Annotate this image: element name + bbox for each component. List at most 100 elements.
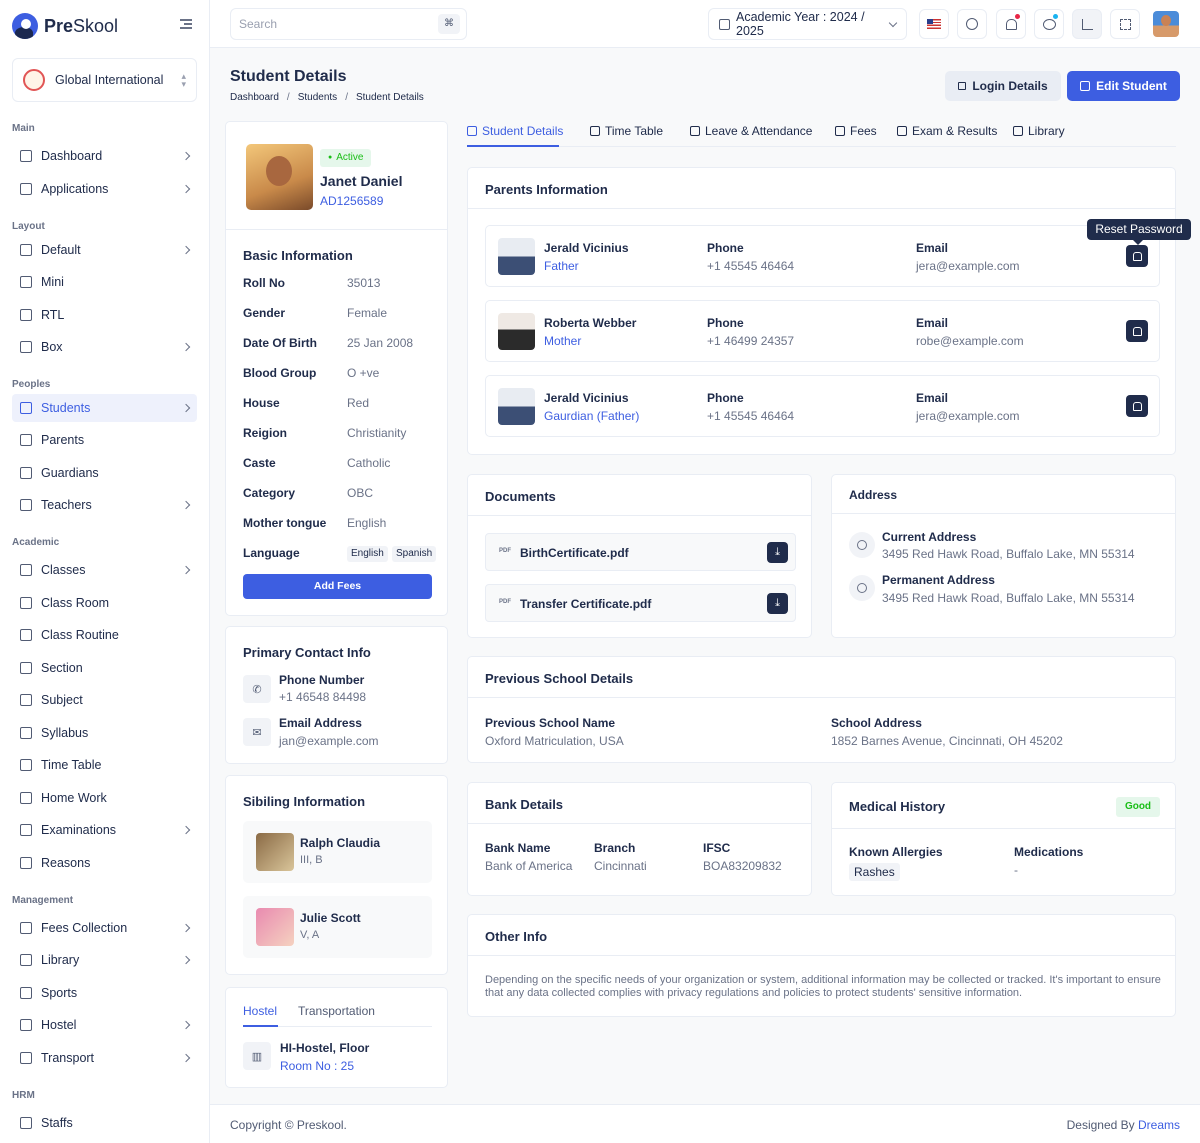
download-icon[interactable]: ⤓ [767,542,788,563]
menu-toggle-icon[interactable] [180,19,192,29]
sidebar-item-reasons[interactable]: Reasons [12,849,197,877]
tab-student-details[interactable]: Student Details [467,124,563,138]
lock-reset-icon [1132,326,1142,336]
primary-contact-title: Primary Contact Info [243,645,371,660]
admission-number[interactable]: AD1256589 [320,194,383,208]
user-avatar[interactable] [1153,11,1179,37]
menu-item-icon [20,564,32,576]
document-item[interactable]: PDF BirthCertificate.pdf ⤓ [485,533,796,571]
divider [832,513,1175,514]
search-input[interactable]: Search ⌘ [230,8,467,40]
sidebar-item-applications[interactable]: Applications [12,175,197,203]
school-address-label: School Address [831,716,922,730]
sibling-photo [256,908,294,946]
info-value: OBC [347,486,374,500]
sidebar-item-box[interactable]: Box [12,333,197,361]
tab-hostel[interactable]: Hostel [243,1004,277,1018]
sidebar-item-subject[interactable]: Subject [12,686,197,714]
brand-name-rest: Skool [73,15,119,36]
reset-password-button[interactable] [1126,245,1148,267]
mail-icon: ✉ [243,718,271,746]
sidebar-item-default[interactable]: Default [12,236,197,264]
tab-transportation[interactable]: Transportation [298,1004,375,1018]
info-value: 35013 [347,276,381,290]
sidebar-item-sports[interactable]: Sports [12,979,197,1007]
sidebar-item-label: Dashboard [41,149,103,163]
bell-icon [1005,18,1017,30]
document-name: BirthCertificate.pdf [520,546,629,560]
calendar-icon [719,18,730,30]
phone-value: +1 45545 46464 [707,409,795,423]
stats-button[interactable] [1072,9,1102,39]
sidebar-item-label: Mini [41,275,64,289]
allergies-label: Known Allergies [849,845,943,859]
sidebar-item-class-room[interactable]: Class Room [12,589,197,617]
bank-title: Bank Details [485,797,564,812]
messages-button[interactable] [1034,9,1064,39]
academic-year-select[interactable]: Academic Year : 2024 / 2025 [708,8,907,40]
tab-library[interactable]: Library [1013,124,1065,138]
sidebar-item-parents[interactable]: Parents [12,426,197,454]
menu-item-icon [20,629,32,641]
sidebar-item-library[interactable]: Library [12,946,197,974]
sidebar-item-class-routine[interactable]: Class Routine [12,621,197,649]
sidebar-item-label: Examinations [41,823,117,837]
sidebar-item-mini[interactable]: Mini [12,268,197,296]
sidebar-item-syllabus[interactable]: Syllabus [12,719,197,747]
add-button[interactable] [957,9,987,39]
brand-logo[interactable]: PreSkool [12,12,118,40]
tab-leave-attendance[interactable]: Leave & Attendance [690,124,812,138]
sidebar-item-hostel[interactable]: Hostel [12,1011,197,1039]
menu-item-icon [20,922,32,934]
sibling-item[interactable]: Julie Scott V, A [243,896,432,958]
language-button[interactable] [919,9,949,39]
designer-link[interactable]: Dreams [1138,1118,1180,1132]
tab-icon [467,126,477,136]
sidebar-item-guardians[interactable]: Guardians [12,459,197,487]
chevron-down-icon [888,18,898,27]
school-select[interactable]: Global International ▴ ▾ [12,58,197,102]
info-label: Blood Group [243,366,317,380]
parent-name: Roberta Webber [544,316,637,330]
menu-item-icon [20,467,32,479]
divider [468,208,1175,209]
menu-item-icon [20,1117,32,1129]
sidebar-item-classes[interactable]: Classes [12,556,197,584]
menu-item-icon [20,1019,32,1031]
sidebar-item-teachers[interactable]: Teachers [12,491,197,519]
sidebar-item-fees-collection[interactable]: Fees Collection [12,914,197,942]
phone-value: +1 45545 46464 [707,259,795,273]
notifications-button[interactable] [996,9,1026,39]
tab-exam-results[interactable]: Exam & Results [897,124,997,138]
sidebar-item-time-table[interactable]: Time Table [12,751,197,779]
login-details-button[interactable]: Login Details [945,71,1061,101]
edit-student-button[interactable]: Edit Student [1067,71,1180,101]
sidebar-item-section[interactable]: Section [12,654,197,682]
sidebar-item-label: Staffs [41,1116,73,1130]
reset-password-button[interactable] [1126,320,1148,342]
fullscreen-button[interactable] [1110,9,1140,39]
breadcrumb-dashboard[interactable]: Dashboard [230,92,279,103]
reset-password-button[interactable] [1126,395,1148,417]
sidebar-item-label: Box [41,340,63,354]
document-item[interactable]: PDF Transfer Certificate.pdf ⤓ [485,584,796,622]
medical-card: Medical History Good Known Allergies Ras… [831,782,1176,896]
permanent-address-value: 3495 Red Hawk Road, Buffalo Lake, MN 553… [882,591,1135,605]
chevron-right-icon [181,184,191,194]
sidebar-item-home-work[interactable]: Home Work [12,784,197,812]
tab-time-table[interactable]: Time Table [590,124,663,138]
sidebar-item-rtl[interactable]: RTL [12,301,197,329]
tab-fees[interactable]: Fees [835,124,877,138]
sidebar-item-dashboard[interactable]: Dashboard [12,142,197,170]
sidebar-item-label: Fees Collection [41,921,128,935]
sidebar-item-transport[interactable]: Transport [12,1044,197,1072]
download-icon[interactable]: ⤓ [767,593,788,614]
sidebar-item-staffs[interactable]: Staffs [12,1109,197,1137]
info-value: Catholic [347,456,391,470]
sibling-item[interactable]: Ralph Claudia III, B [243,821,432,883]
sidebar-item-students[interactable]: Students [12,394,197,422]
add-fees-button[interactable]: Add Fees [243,574,432,599]
medications-value: - [1014,863,1018,877]
breadcrumb-students[interactable]: Students [298,92,337,103]
sidebar-item-examinations[interactable]: Examinations [12,816,197,844]
